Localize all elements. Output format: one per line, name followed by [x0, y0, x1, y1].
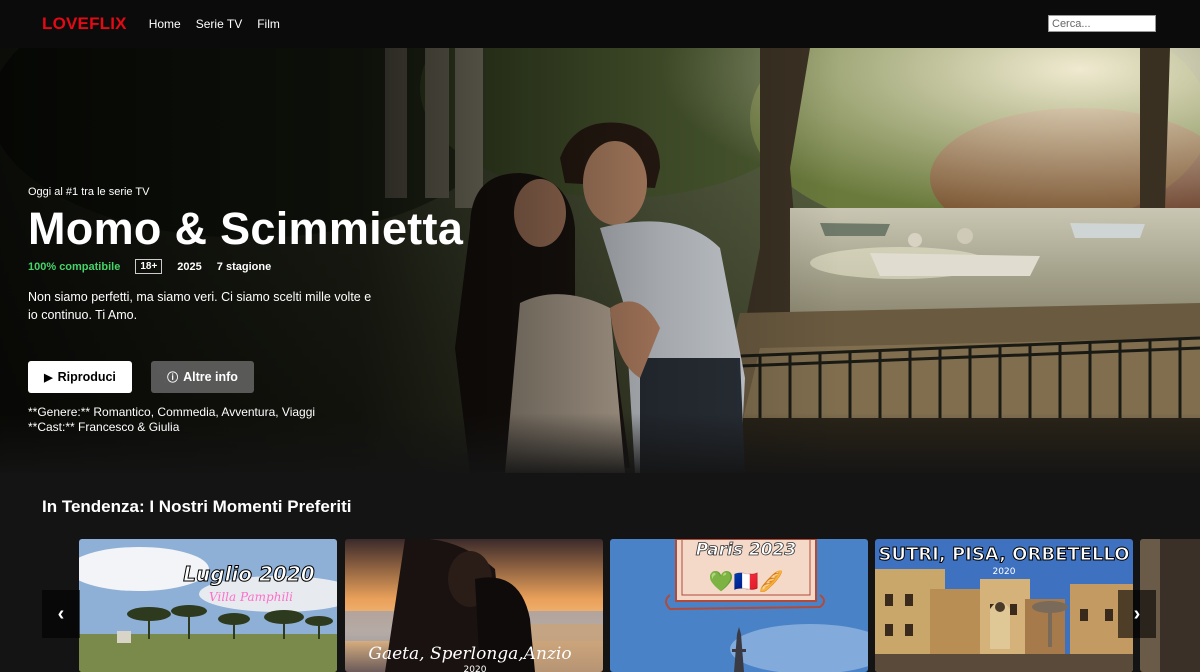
- hero-details: **Genere:** Romantico, Commedia, Avventu…: [28, 405, 315, 434]
- hero-title: Momo & Scimmietta: [28, 203, 464, 254]
- card-title-3: Paris 2023: [696, 540, 796, 560]
- nav-links: Home Serie TV Film: [149, 17, 280, 31]
- nav-film[interactable]: Film: [257, 17, 280, 31]
- search-input[interactable]: [1048, 15, 1156, 32]
- hero-kicker: Oggi al #1 tra le serie TV: [28, 186, 150, 198]
- row-title: In Tendenza: I Nostri Momenti Preferiti: [42, 497, 352, 516]
- match-score: 100% compatibile: [28, 260, 121, 273]
- trending-row: Luglio 2020 Villa Pamphili Gaeta, Sperlo…: [79, 539, 1200, 672]
- cast-line: **Cast:** Francesco & Giulia: [28, 419, 180, 434]
- nav-home[interactable]: Home: [149, 17, 181, 31]
- hero-description: Non siamo perfetti, ma siamo veri. Ci si…: [28, 290, 372, 322]
- genres-line: **Genere:** Romantico, Commedia, Avventu…: [28, 405, 316, 419]
- play-label: Riproduci: [57, 370, 116, 384]
- card-thumbnail: Paris 2023 💚🇫🇷🥖: [610, 539, 868, 672]
- nav-serie-tv[interactable]: Serie TV: [196, 17, 242, 31]
- chevron-right-icon[interactable]: ›: [1118, 590, 1156, 638]
- card-sutri-pisa-orbetello[interactable]: SUTRI, PISA, ORBETELLO 2020: [875, 539, 1133, 672]
- card-subtitle-1: Villa Pamphili: [209, 590, 293, 604]
- more-info-button[interactable]: ⓘ Altre info: [151, 361, 254, 393]
- card-thumbnail: SUTRI, PISA, ORBETELLO 2020: [875, 539, 1133, 672]
- card-title-2: Gaeta, Sperlonga,Anzio: [368, 644, 571, 664]
- card-gaeta-sperlonga-anzio[interactable]: Gaeta, Sperlonga,Anzio 2020: [345, 539, 603, 672]
- card-luglio-2020[interactable]: Luglio 2020 Villa Pamphili: [79, 539, 337, 672]
- card-title-4: SUTRI, PISA, ORBETELLO: [878, 544, 1129, 565]
- card-paris-2023[interactable]: Paris 2023 💚🇫🇷🥖: [610, 539, 868, 672]
- play-button[interactable]: ▶ Riproduci: [28, 361, 132, 393]
- hero-banner: Oggi al #1 tra le serie TV Momo & Scimmi…: [0, 48, 1200, 473]
- info-icon: ⓘ: [167, 372, 179, 384]
- card-title-1: Luglio 2020: [183, 562, 314, 586]
- card-thumbnail: Luglio 2020 Villa Pamphili: [79, 539, 337, 672]
- logo[interactable]: LOVEFLIX: [42, 14, 127, 34]
- more-info-label: Altre info: [183, 370, 238, 384]
- hero-meta: 100% compatibile 18+ 2025 7 stagione: [28, 259, 271, 274]
- season-count: 7 stagione: [216, 260, 272, 273]
- age-rating-badge: 18+: [135, 259, 163, 274]
- play-icon: ▶: [44, 371, 53, 384]
- card-emoji-3: 💚🇫🇷🥖: [709, 569, 784, 593]
- card-thumbnail: Gaeta, Sperlonga,Anzio 2020: [345, 539, 603, 672]
- hero-buttons: ▶ Riproduci ⓘ Altre info: [28, 361, 254, 393]
- card-subtitle-2: 2020: [464, 665, 487, 672]
- card-subtitle-4: 2020: [993, 567, 1016, 577]
- release-year: 2025: [177, 260, 202, 273]
- chevron-left-icon[interactable]: ‹: [42, 590, 80, 638]
- top-nav: LOVEFLIX Home Serie TV Film: [0, 0, 1200, 48]
